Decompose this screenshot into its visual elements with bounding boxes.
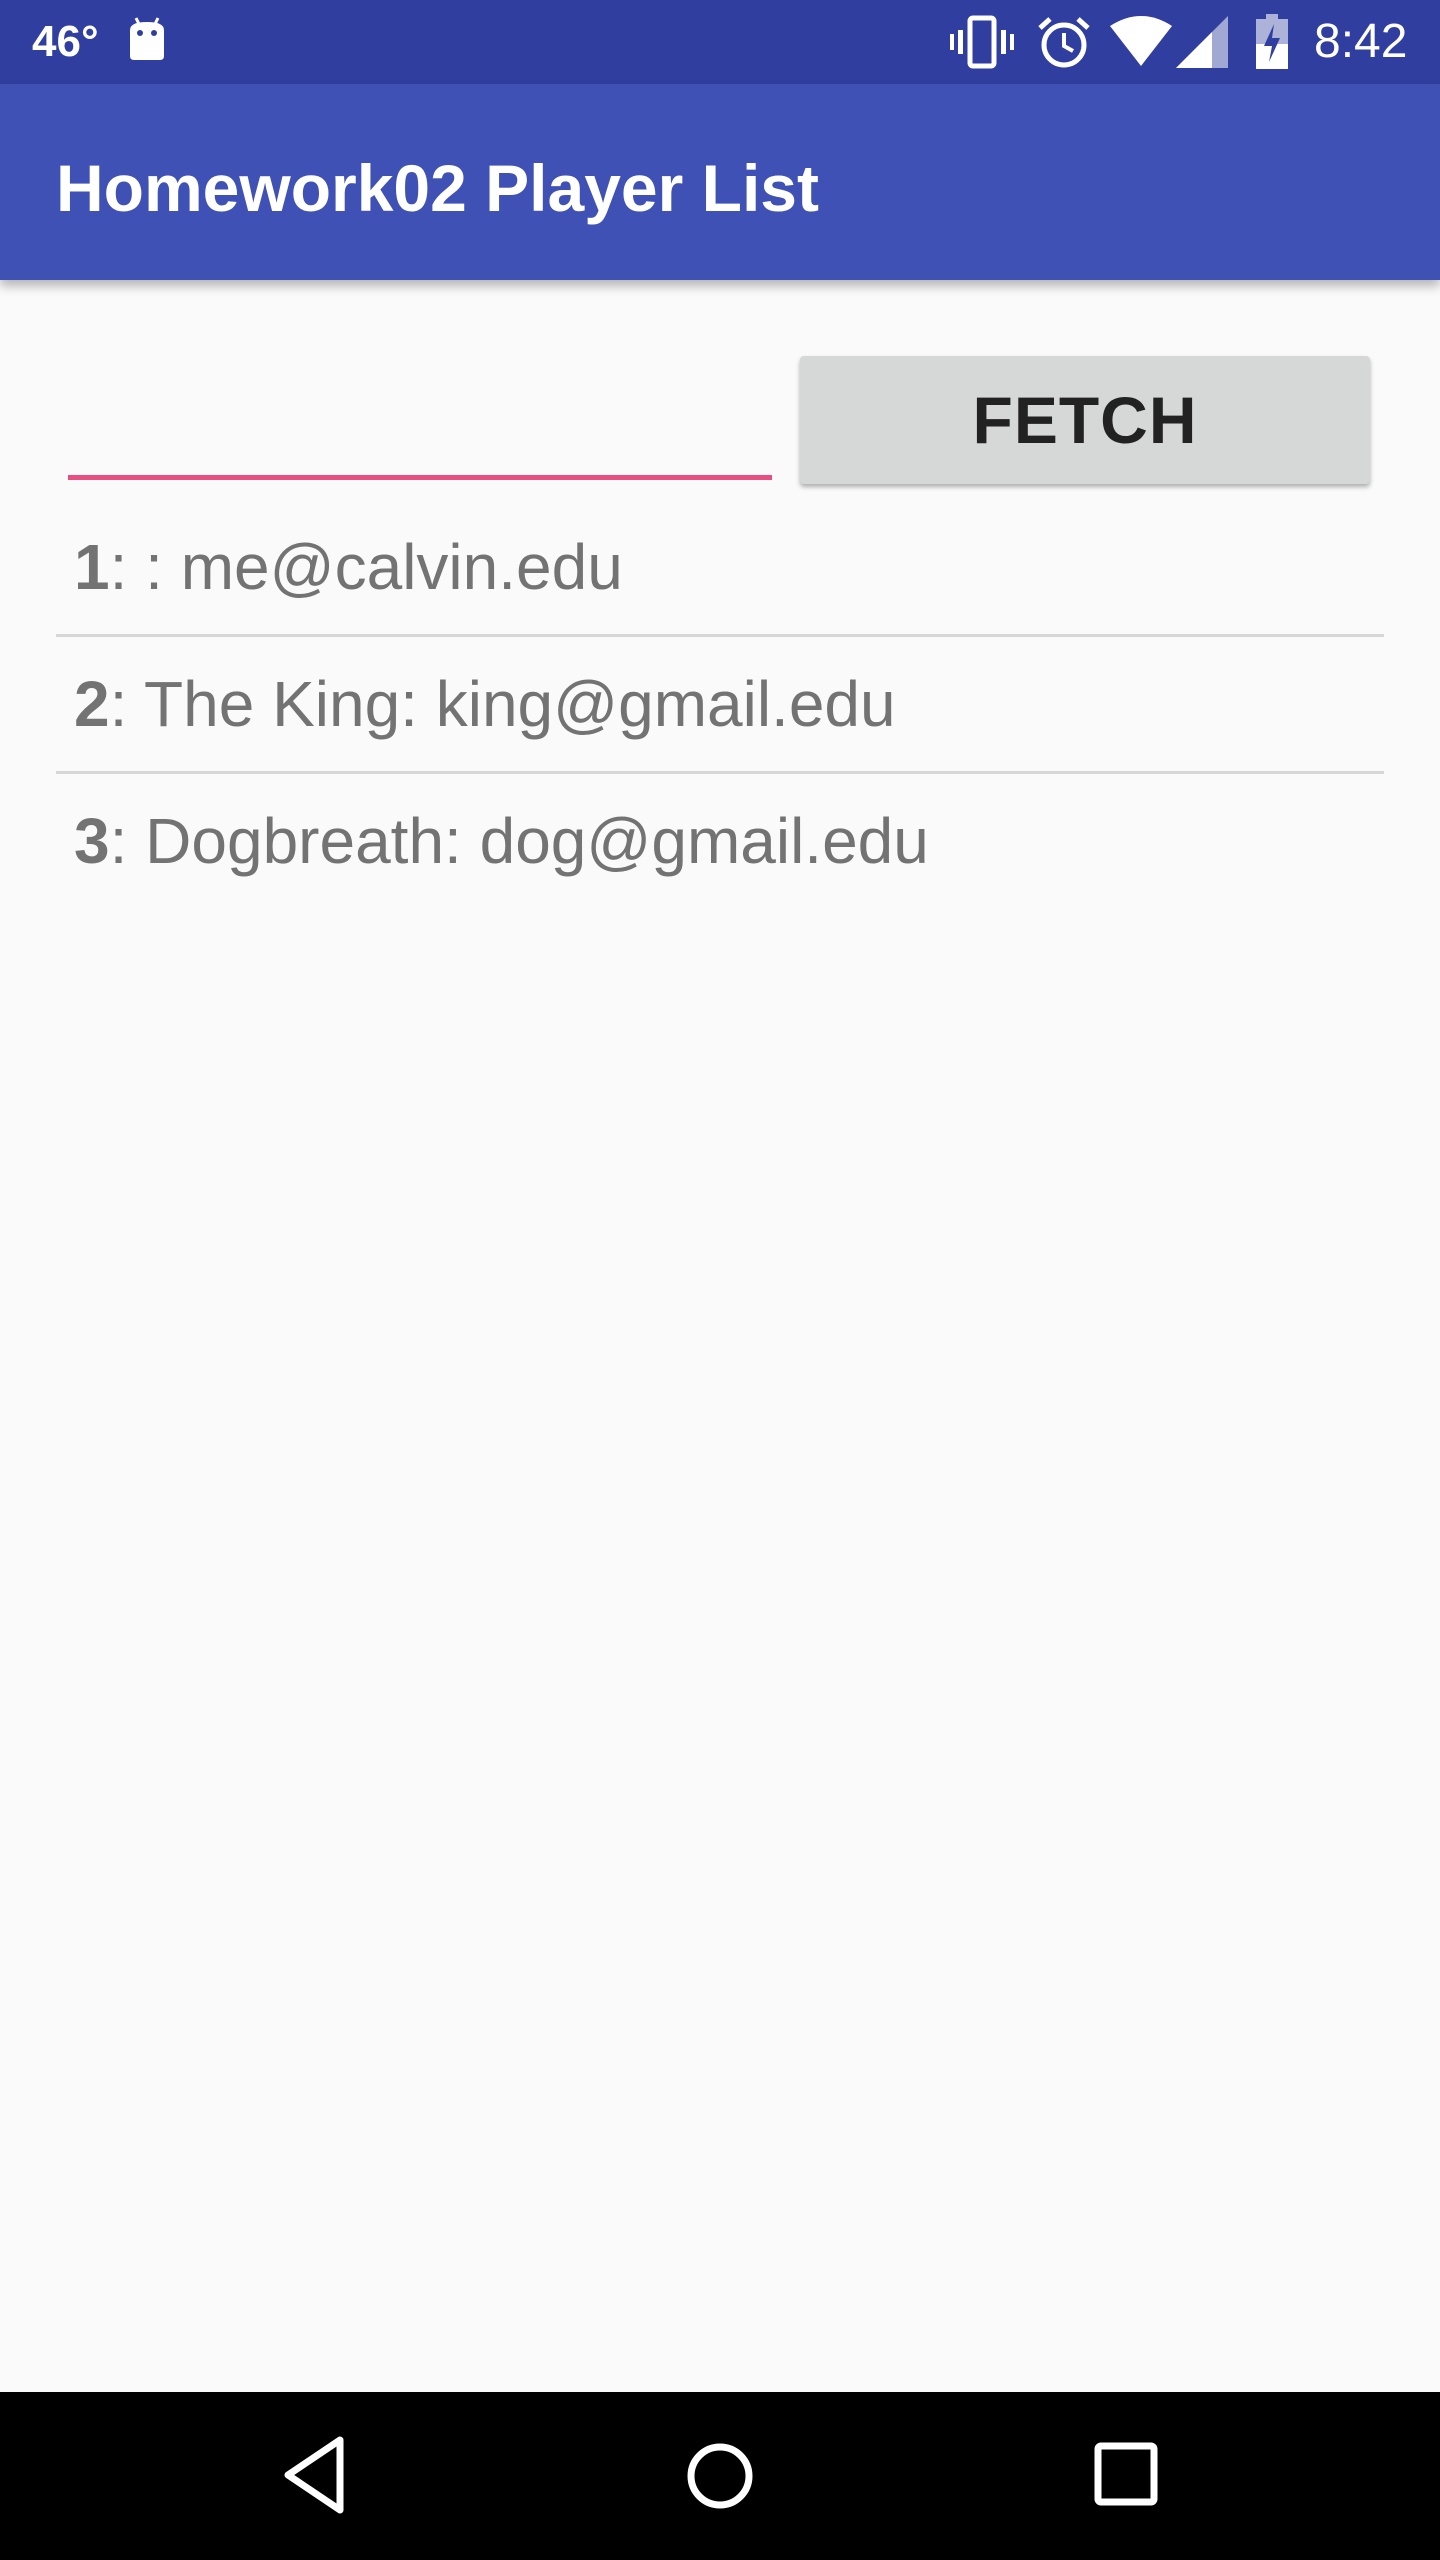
fetch-button[interactable]: FETCH bbox=[800, 356, 1370, 484]
list-item[interactable]: 2: The King: king@gmail.edu bbox=[56, 637, 1384, 771]
clock-time: 8:42 bbox=[1314, 15, 1408, 68]
navigation-bar bbox=[0, 2392, 1440, 2560]
player-id: 1 bbox=[74, 531, 110, 603]
screen: 46° 8:42 Homework02 Player List FETCH 1:… bbox=[0, 0, 1440, 2560]
recents-icon[interactable] bbox=[1090, 2436, 1162, 2516]
player-id: 2 bbox=[74, 668, 110, 740]
fetch-row: FETCH bbox=[0, 350, 1440, 490]
alarm-icon bbox=[1038, 17, 1090, 68]
temperature-text: 46° bbox=[32, 17, 99, 66]
home-icon[interactable] bbox=[684, 2434, 756, 2518]
player-details: : The King: king@gmail.edu bbox=[109, 668, 896, 740]
app-title: Homework02 Player List bbox=[56, 151, 819, 225]
player-id: 3 bbox=[74, 805, 110, 877]
battery-charging-icon bbox=[1256, 14, 1288, 69]
vibrate-icon bbox=[950, 15, 1014, 69]
wifi-icon bbox=[1110, 16, 1172, 66]
list-item[interactable]: 3: Dogbreath: dog@gmail.edu bbox=[56, 774, 1384, 908]
player-details: : : me@calvin.edu bbox=[109, 531, 623, 603]
android-icon bbox=[130, 17, 164, 60]
list-item[interactable]: 1: : me@calvin.edu bbox=[56, 500, 1384, 634]
back-icon[interactable] bbox=[280, 2432, 352, 2518]
signal-icon bbox=[1176, 16, 1228, 68]
status-bar: 46° 8:42 bbox=[0, 0, 1440, 84]
player-details: : Dogbreath: dog@gmail.edu bbox=[109, 805, 929, 877]
player-id-input[interactable] bbox=[68, 370, 772, 480]
app-bar: Homework02 Player List bbox=[0, 84, 1440, 280]
player-list: 1: : me@calvin.edu 2: The King: king@gma… bbox=[56, 500, 1384, 908]
